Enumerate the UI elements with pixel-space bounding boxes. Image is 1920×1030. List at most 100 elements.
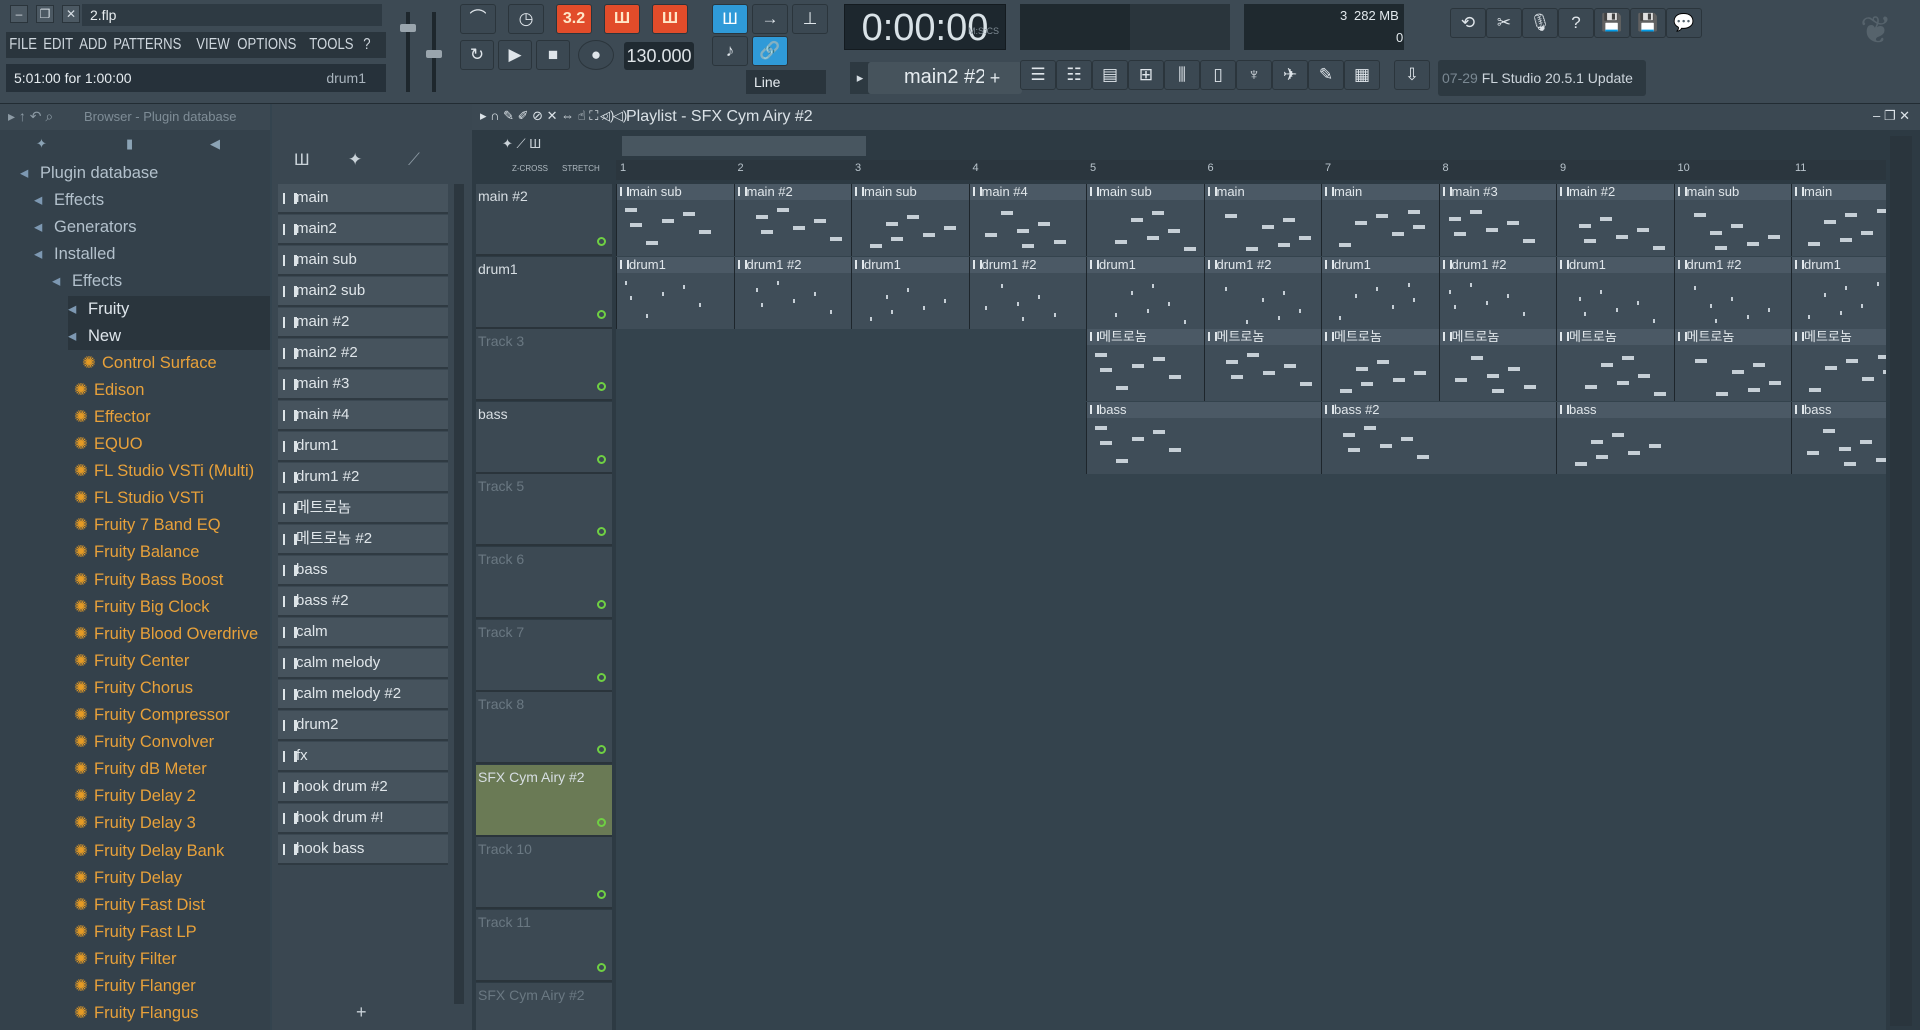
browser-item[interactable]: ✺ Fruity Balance [74,539,270,566]
pattern-clip[interactable]: drum1 [851,256,969,329]
track-enable-icon[interactable] [597,237,606,246]
pattern-clip[interactable]: 메트로놈 [1556,329,1674,402]
track-enable-icon[interactable] [597,382,606,392]
plugin-picker-icon[interactable]: ♆ [1236,60,1272,90]
pattern-mode-button[interactable]: 3.2 [556,4,592,34]
menu-edit[interactable]: EDIT [40,32,76,58]
microphone-icon[interactable]: 🎙 [1522,8,1558,38]
pattern-list-item[interactable]: 메트로놈 [278,494,448,524]
browser-item[interactable]: ✺ Fruity dB Meter [74,756,270,783]
browser-item[interactable]: ◂ New [68,322,270,350]
pattern-list-item[interactable]: hook drum #! [278,804,448,834]
loop-record-icon[interactable]: Ш [652,4,688,34]
pattern-clip[interactable]: main #4 [968,184,1086,256]
pattern-clip[interactable]: main sub [616,184,734,256]
pattern-list-item[interactable]: main #3 [278,370,448,400]
playlist-horizontal-scroll[interactable] [622,136,866,156]
track-header[interactable]: Track 10 [476,837,612,910]
browser-item[interactable]: ✺ Fruity Center [74,648,270,675]
piano-roll-icon[interactable]: ▤ [1092,60,1128,90]
pattern-clip[interactable]: 메트로놈 [1086,329,1204,402]
browser-item[interactable]: ✺ Fruity 7 Band EQ [74,512,270,539]
cut-tools-icon[interactable]: ✂ [1486,8,1522,38]
browser-item[interactable]: ✺ Fruity Bass Boost [74,567,270,594]
pattern-list-item[interactable]: main2 #2 [278,339,448,369]
track-enable-icon[interactable] [597,527,606,537]
pattern-list-item[interactable]: main #2 [278,308,448,338]
tempo-display[interactable]: 130.000 [624,42,694,70]
project-picker-icon[interactable]: ✎ [1308,60,1344,90]
pattern-list-scrollbar[interactable] [454,184,464,1004]
track-header[interactable]: main #2 [476,184,612,256]
pattern-clip[interactable]: main #3 [1438,184,1556,256]
playlist-view-icon[interactable]: ☰ [1020,60,1056,90]
pattern-clip[interactable]: main sub [1673,184,1791,256]
pattern-clip[interactable]: 메트로놈 [1673,329,1791,402]
browser-item[interactable]: ✺ FL Studio VSTi [74,485,270,512]
save-as-icon[interactable]: 💾 [1630,8,1666,38]
track-header[interactable]: Track 7 [476,619,612,692]
pattern-clip[interactable]: drum1 [1321,256,1439,329]
loop-mode-icon[interactable]: ↻ [460,40,494,70]
pattern-clip[interactable]: bass [1556,401,1791,474]
pattern-list-item[interactable]: bass #2 [278,587,448,617]
playlist-window-controls[interactable]: – ❐ ✕ [1873,108,1910,124]
help-icon[interactable]: ? [1558,8,1594,38]
browser-item[interactable]: ✺ EQUO [74,431,270,458]
track-header[interactable]: Track 6 [476,547,612,619]
menu-file[interactable]: FILE [6,32,40,58]
pattern-clip[interactable]: main #2 [733,184,851,256]
pattern-clip[interactable]: 메트로놈 [1438,329,1556,402]
audio-clip-tool-icon[interactable]: ✦ ⟋ Ш [502,136,541,152]
browser-item[interactable]: ◂ Effects [52,268,270,295]
pattern-list-item[interactable]: drum2 [278,711,448,741]
template-icon[interactable]: ▯ [1200,60,1236,90]
pattern-list-item[interactable]: hook drum #2 [278,773,448,803]
pattern-clip[interactable]: main [1203,184,1321,256]
speaker-icon[interactable]: ◁) [600,108,614,124]
pattern-clip[interactable]: main sub [851,184,969,256]
browser-item[interactable]: ✺ Edison [74,377,270,404]
browser-item[interactable]: ✺ Fruity Delay [74,865,270,892]
record-icon[interactable]: ● [578,40,614,70]
browser-item[interactable]: ✺ Control Surface [82,350,270,377]
browser-all-icon[interactable]: ✦ [36,136,47,152]
add-item-icon[interactable]: + [356,1002,367,1023]
browser-item[interactable]: ◂ Fruity [68,295,270,323]
browser-files-icon[interactable]: ▮ [126,136,133,152]
pattern-clip[interactable]: drum1 #2 [1203,256,1321,329]
browser-plugins-icon[interactable]: ◀ [210,136,220,152]
browser-view-icon[interactable]: ⊞ [1128,60,1164,90]
master-volume-slider[interactable] [400,12,416,92]
link-icon[interactable]: 🔗 [752,36,788,66]
timeline-ruler[interactable]: 1 2 3 4 5 6 7 8 9 10 11 [616,160,1886,180]
menu-add[interactable]: ADD [76,32,110,58]
browser-item[interactable]: ✺ Fruity Flanger [74,973,270,1000]
pattern-clip[interactable]: drum1 #2 [1438,256,1556,329]
screen-icon[interactable]: ▦ [1344,60,1380,90]
pattern-clip[interactable]: drum1 #2 [733,256,851,329]
snap-curve-icon[interactable]: ♪ [712,36,748,66]
add-pattern-icon[interactable]: + [984,62,1006,94]
pattern-clip[interactable]: drum1 #2 [968,256,1086,329]
pattern-clip[interactable]: bass #2 [1321,401,1556,474]
pattern-list-item[interactable]: calm melody [278,649,448,679]
track-enable-icon[interactable] [597,454,606,464]
snap-select[interactable]: Line [746,70,826,94]
browser-item[interactable]: ✺ Fruity Fast Dist [74,892,270,919]
pattern-list-item[interactable]: main [278,184,448,214]
track-enable-icon[interactable] [597,817,606,827]
browser-item[interactable]: ✺ Fruity Delay 3 [74,810,270,837]
pattern-list-item[interactable]: main sub [278,246,448,276]
pattern-clip[interactable]: 메트로놈 [1791,329,1886,402]
track-header[interactable]: SFX Cym Airy #2 [476,982,612,1030]
download-icon[interactable]: ⇩ [1394,60,1430,90]
undo-icon[interactable]: ⟲ [1450,8,1486,38]
save-icon[interactable]: 💾 [1594,8,1630,38]
chat-icon[interactable]: 💬 [1666,8,1702,38]
playlist-vertical-scrollbar[interactable] [1890,136,1912,1026]
track-header[interactable]: SFX Cym Airy #2 [476,764,612,837]
master-pitch-slider[interactable] [426,12,442,92]
menu-tools[interactable]: TOOLS [306,32,357,58]
piano-keys-icon[interactable]: Ш [294,150,310,170]
